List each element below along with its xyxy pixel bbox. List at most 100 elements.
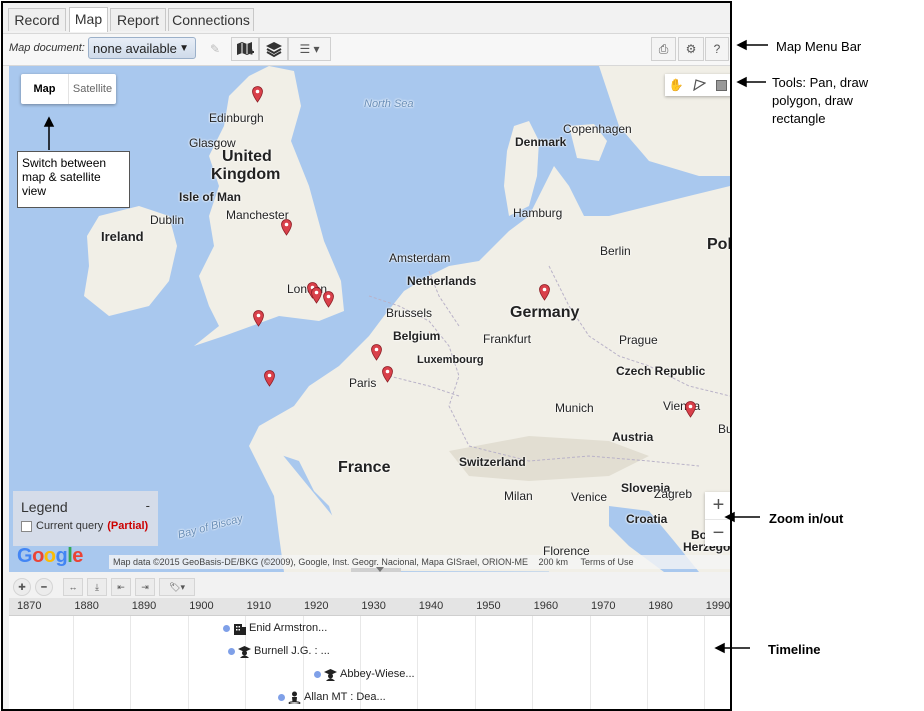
building-icon [234, 623, 246, 635]
terms-link[interactable]: Terms of Use [581, 557, 634, 567]
map-marker-icon[interactable] [539, 284, 550, 301]
options-menu-button[interactable]: ☰ ▾ [288, 37, 331, 61]
map-tools: ✋ [665, 74, 730, 96]
scale-label: 200 km [538, 557, 568, 567]
annotation-zoom: Zoom in/out [769, 511, 844, 526]
map-label: France [338, 459, 391, 476]
timeline-zoom-in-icon[interactable]: ✚ [13, 578, 31, 596]
legend-panel: Legend - Current query (Partial) [13, 491, 158, 546]
legend-item-current-query: Current query (Partial) [21, 520, 148, 532]
timeline-gridline [187, 616, 189, 709]
timeline-gridline [130, 616, 132, 709]
timeline-zoom-out-icon[interactable]: ━ [35, 578, 53, 596]
timeline-year-label: 1990 [705, 600, 731, 612]
satellite-view-button[interactable]: Satellite [69, 74, 116, 104]
map-label: Brussels [386, 306, 433, 320]
map-document-select[interactable]: none available ▼ [88, 37, 196, 59]
google-logo-letter: e [72, 545, 83, 567]
tab-map[interactable]: Map [69, 7, 108, 32]
settings-button[interactable]: ⚙ [678, 37, 704, 61]
attribution-text: Map data ©2015 GeoBasis-DE/BKG (©2009), … [113, 557, 528, 567]
map-label: Belgium [393, 329, 441, 343]
timeline-year-label: 1900 [189, 600, 214, 612]
map-marker-icon[interactable] [281, 219, 292, 236]
timeline-event[interactable]: Burnell J.G. : ... [228, 643, 330, 659]
map-marker-icon[interactable] [382, 366, 393, 383]
chevron-down-icon: ▼ [179, 43, 189, 54]
layers-button[interactable] [259, 37, 288, 61]
map-label: Amsterdam [389, 251, 451, 265]
map-menu-bar: Map document: none available ▼ ✎ ☰ ▾ ⎙ ⚙… [3, 33, 730, 66]
tab-bar: Record Map Report Connections [3, 3, 730, 33]
map-canvas[interactable]: North Sea Edinburgh Glasgow United Kingdom Is… [9, 66, 730, 572]
draw-rectangle-icon[interactable] [710, 74, 730, 96]
timeline-event-label: Burnell J.G. : ... [254, 645, 330, 657]
tab-record[interactable]: Record [8, 8, 66, 31]
legend-collapse-button[interactable]: - [146, 498, 150, 513]
chevron-down-icon [376, 567, 384, 572]
print-button[interactable]: ⎙ [651, 37, 676, 61]
google-logo: Google [17, 545, 83, 568]
map-label: Austria [612, 430, 654, 444]
map-marker-icon[interactable] [264, 370, 275, 387]
map-marker-icon[interactable] [311, 287, 322, 304]
timeline-event-label: Abbey-Wiese... [340, 668, 415, 680]
add-map-button[interactable] [231, 37, 259, 61]
map-label: Netherlands [407, 274, 477, 288]
zoom-in-button[interactable]: + [705, 492, 730, 520]
graduate-icon [324, 668, 337, 681]
help-button[interactable]: ? [705, 37, 729, 61]
timeline-body[interactable]: Enid Armstron... Burnell J.G. : ... Abbey-… [9, 616, 730, 709]
map-label: Edinburgh [209, 111, 264, 125]
map-label: Switzerland [459, 455, 526, 469]
timeline-year-label: 1870 [17, 600, 42, 612]
map-label: Zagreb [654, 487, 693, 501]
tab-report[interactable]: Report [110, 8, 166, 31]
google-logo-letter: g [55, 545, 68, 567]
timeline-event[interactable]: Abbey-Wiese... [314, 666, 415, 682]
tab-connections[interactable]: Connections [168, 8, 254, 31]
timeline-year-label: 1950 [476, 600, 501, 612]
edit-pencil-icon[interactable]: ✎ [203, 37, 227, 61]
list-options-icon: ☰ ▾ [299, 42, 320, 56]
map-label: Milan [504, 489, 533, 503]
map-label: Venice [571, 490, 608, 504]
timeline-event[interactable]: Allan MT : Dea... [278, 689, 386, 705]
timeline-toolbar: ✚ ━ ↔ ⤓ ⇤ ⇥ 🏷▾ [9, 576, 730, 598]
map-label: United [222, 148, 272, 165]
timeline-event[interactable]: Enid Armstron... [223, 620, 327, 636]
map-marker-icon[interactable] [253, 310, 264, 327]
pan-hand-icon[interactable]: ✋ [665, 74, 688, 96]
timeline-year-label: 1970 [591, 600, 616, 612]
map-view-button[interactable]: Map [21, 74, 69, 104]
go-first-icon[interactable]: ⇤ [111, 578, 131, 596]
timeline-event-dot [278, 693, 285, 701]
map-label: Copenhagen [563, 122, 632, 136]
map-label: Kingdom [211, 166, 281, 183]
map-marker-icon[interactable] [371, 344, 382, 361]
map-label: Pol [707, 236, 730, 253]
map-marker-icon[interactable] [323, 291, 334, 308]
timeline-gridline [532, 616, 534, 709]
timeline-gridline [647, 616, 648, 709]
annotation-timeline: Timeline [768, 642, 821, 657]
timeline-gridline [73, 616, 74, 709]
go-last-icon[interactable]: ⇥ [135, 578, 155, 596]
draw-polygon-icon[interactable] [688, 74, 711, 96]
zoom-out-button[interactable]: − [705, 520, 730, 547]
timeline-event-dot [223, 624, 230, 632]
download-icon[interactable]: ⤓ [87, 578, 107, 596]
map-label: Denmark [515, 135, 567, 149]
tag-filter-icon[interactable]: 🏷▾ [159, 578, 195, 596]
map-label: Manchester [226, 208, 289, 222]
map-marker-icon[interactable] [685, 401, 696, 418]
google-logo-letter: o [32, 545, 44, 567]
fit-width-icon[interactable]: ↔ [63, 578, 83, 596]
annotation-tools-line2: polygon, draw [772, 93, 853, 108]
app-window: Record Map Report Connections Map docume… [1, 1, 732, 711]
map-label: Dublin [150, 213, 185, 227]
current-query-checkbox[interactable] [21, 520, 32, 532]
map-marker-icon[interactable] [252, 86, 263, 103]
timeline-year-label: 1910 [246, 600, 272, 612]
timeline-year-label: 1940 [418, 600, 444, 612]
